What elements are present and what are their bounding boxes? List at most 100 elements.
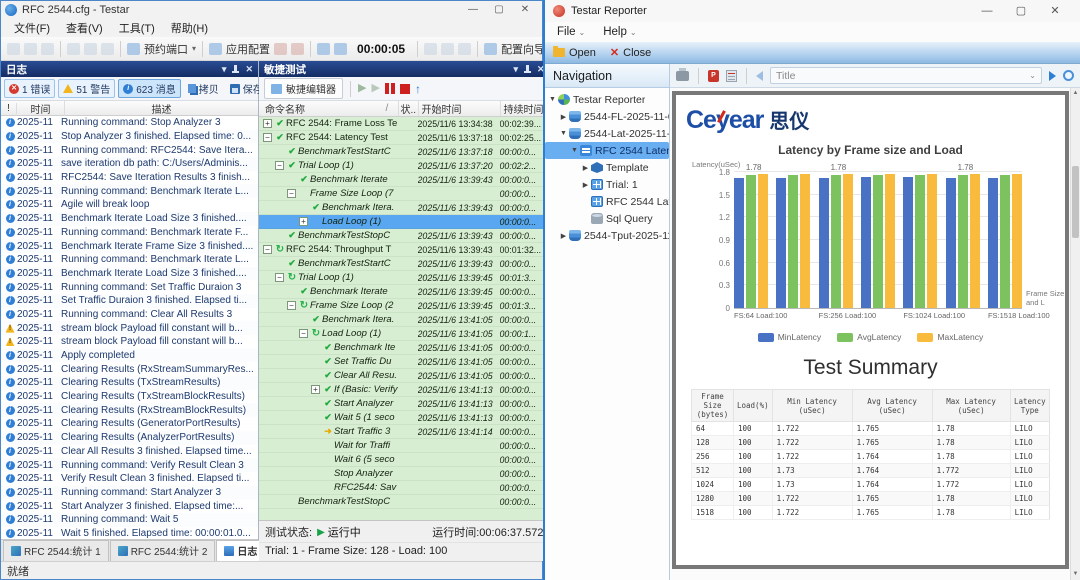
- nav-item[interactable]: ▶Trial: 1: [545, 176, 669, 193]
- log-row[interactable]: i2025-11Running command: Set Traffic Dur…: [1, 280, 258, 294]
- table-row[interactable]: 5121001.731.7641.772LILO: [692, 464, 1050, 478]
- tree-row[interactable]: −↻RFC 2544: Throughput T2025/11/6 13:39:…: [259, 243, 550, 257]
- report-scrollbar[interactable]: ▲ ▼: [1070, 88, 1080, 580]
- tree-row[interactable]: RFC2544: Sav00:00:0...: [259, 481, 550, 495]
- collapse-icon[interactable]: −: [275, 161, 284, 170]
- minlatency-bar[interactable]: [946, 178, 956, 308]
- tree-row[interactable]: −✔Trial Loop (1)2025/11/6 13:37:2000:02:…: [259, 159, 550, 173]
- log-row[interactable]: i2025-11Clearing Results (TxStreamBlockR…: [1, 390, 258, 404]
- avglatency-bar[interactable]: [958, 175, 968, 308]
- table-row[interactable]: 1281001.7221.7651.78LILO: [692, 436, 1050, 450]
- column-description[interactable]: 描述: [65, 101, 258, 116]
- tree-row[interactable]: ✔Benchmark Itera.2025/11/6 13:39:4300:00…: [259, 201, 550, 215]
- log-row[interactable]: !2025-11stream block Payload fill consta…: [1, 335, 258, 349]
- table2-icon[interactable]: [291, 43, 304, 55]
- table-row[interactable]: 2561001.7221.7641.78LILO: [692, 450, 1050, 464]
- messages-filter-button[interactable]: i 623 消息: [118, 79, 180, 98]
- collapse-icon[interactable]: −: [287, 301, 296, 310]
- close-report-button[interactable]: ✕ Close: [610, 46, 651, 59]
- maxlatency-bar[interactable]: [970, 174, 980, 309]
- table-row[interactable]: 10241001.731.7641.772LILO: [692, 478, 1050, 492]
- log-row[interactable]: i2025-11Wait 5 finished. Elapsed time: 0…: [1, 527, 258, 539]
- tree-row[interactable]: ✔Benchmark Ite2025/11/6 13:41:0500:00:0.…: [259, 341, 550, 355]
- play-icon[interactable]: ▶: [358, 83, 366, 94]
- menu-item-file[interactable]: File⌄: [557, 26, 585, 38]
- log-row[interactable]: i2025-11Verify Result Clean 3 finished. …: [1, 472, 258, 486]
- stop-icon[interactable]: [400, 84, 410, 94]
- log-row[interactable]: i2025-11Benchmark Iterate Frame Size 3 f…: [1, 239, 258, 253]
- export-doc-icon[interactable]: [726, 70, 737, 82]
- minlatency-bar[interactable]: [988, 178, 998, 308]
- tree-row[interactable]: ✔BenchmarkTestStartC2025/11/6 13:37:1800…: [259, 145, 550, 159]
- reserve-port-button[interactable]: 预约端口: [144, 41, 188, 57]
- pin-icon[interactable]: [523, 65, 532, 74]
- maxlatency-bar[interactable]: [885, 174, 895, 308]
- expand-icon[interactable]: +: [311, 385, 320, 394]
- minimize-button[interactable]: —: [460, 1, 486, 19]
- maxlatency-bar[interactable]: [758, 174, 768, 309]
- collapse-icon[interactable]: −: [263, 133, 272, 142]
- table-icon[interactable]: [274, 43, 287, 55]
- open-button[interactable]: Open: [553, 47, 596, 59]
- nav-item[interactable]: ▼Testar Reporter: [545, 91, 669, 108]
- save-icon[interactable]: [41, 43, 54, 55]
- tree-row[interactable]: ✔Benchmark Itera.2025/11/6 13:41:0500:00…: [259, 313, 550, 327]
- cut-icon[interactable]: [67, 43, 80, 55]
- scrollbar-thumb[interactable]: [1072, 166, 1079, 238]
- upload-icon[interactable]: ↑: [415, 82, 421, 96]
- maxlatency-bar[interactable]: [843, 174, 853, 309]
- avglatency-bar[interactable]: [915, 175, 925, 308]
- log-row[interactable]: i2025-11Clearing Results (TxStreamResult…: [1, 376, 258, 390]
- dock-menu-icon[interactable]: ▾: [222, 61, 227, 77]
- tree-row[interactable]: BenchmarkTestStopC00:00:0...: [259, 495, 550, 509]
- close-button[interactable]: ✕: [1038, 0, 1072, 22]
- tool3-icon[interactable]: [458, 43, 471, 55]
- chevron-down-icon[interactable]: ▼: [570, 147, 579, 154]
- print-icon[interactable]: [676, 71, 689, 81]
- collapse-icon[interactable]: −: [299, 329, 308, 338]
- chevron-right-icon[interactable]: ▶: [581, 181, 590, 189]
- log-row[interactable]: i2025-11Running command: Stop Analyzer 3: [1, 116, 258, 130]
- chevron-right-icon[interactable]: ▶: [559, 232, 568, 240]
- tree-row[interactable]: ✔Benchmark Iterate2025/11/6 13:39:4500:0…: [259, 285, 550, 299]
- minimize-button[interactable]: —: [970, 0, 1004, 22]
- collapse-icon[interactable]: −: [287, 189, 296, 198]
- table-row[interactable]: 15181001.7221.7651.78LILO: [692, 506, 1050, 520]
- minlatency-bar[interactable]: [819, 178, 829, 308]
- log-row[interactable]: i2025-11Clearing Results (RxStreamBlockR…: [1, 403, 258, 417]
- step-icon[interactable]: ▶: [371, 83, 379, 94]
- close-button[interactable]: ✕: [512, 1, 538, 19]
- tree-row[interactable]: +✔RFC 2544: Frame Loss Te2025/11/6 13:34…: [259, 117, 550, 131]
- bottom-tab[interactable]: RFC 2544:统计 1: [3, 540, 109, 561]
- avglatency-bar[interactable]: [746, 175, 756, 308]
- log-row[interactable]: i2025-11save iteration db path: C:/Users…: [1, 157, 258, 171]
- tree-row[interactable]: ➜Start Traffic 32025/11/6 13:41:1400:00:…: [259, 425, 550, 439]
- avglatency-bar[interactable]: [788, 175, 798, 308]
- tree-row[interactable]: −Frame Size Loop (700:00:0...: [259, 187, 550, 201]
- minlatency-bar[interactable]: [734, 178, 744, 308]
- log-row[interactable]: i2025-11Running command: RFC2544: Save I…: [1, 143, 258, 157]
- tree-row[interactable]: ✔BenchmarkTestStopC2025/11/6 13:39:4300:…: [259, 229, 550, 243]
- log-row[interactable]: i2025-11Clearing Results (RxStreamSummar…: [1, 362, 258, 376]
- log-row[interactable]: i2025-11Set Traffic Duraion 3 finished. …: [1, 294, 258, 308]
- log-row[interactable]: i2025-11Running command: Verify Result C…: [1, 458, 258, 472]
- log-row[interactable]: i2025-11Stop Analyzer 3 finished. Elapse…: [1, 130, 258, 144]
- maximize-button[interactable]: ▢: [1004, 0, 1038, 22]
- bottom-tab[interactable]: RFC 2544:统计 2: [110, 540, 216, 561]
- minlatency-bar[interactable]: [776, 178, 786, 308]
- tree-row[interactable]: −↻Load Loop (1)2025/11/6 13:41:0500:00:1…: [259, 327, 550, 341]
- chevron-right-icon[interactable]: ▶: [559, 113, 568, 121]
- chevron-right-icon[interactable]: ▶: [581, 164, 590, 172]
- log-row[interactable]: i2025-11Clear All Results 3 finished. El…: [1, 445, 258, 459]
- log-row[interactable]: i2025-11Benchmark Iterate Load Size 3 fi…: [1, 267, 258, 281]
- apply-config-button[interactable]: 应用配置: [226, 41, 270, 57]
- tree-row[interactable]: Wait for Traffi00:00:0...: [259, 439, 550, 453]
- nav-item[interactable]: RFC 2544 Latency T: [545, 193, 669, 210]
- tree-row[interactable]: +✔If (Basic: Verify2025/11/6 13:41:1300:…: [259, 383, 550, 397]
- title-dropdown[interactable]: Title ⌄: [770, 67, 1042, 84]
- table-row[interactable]: 12801001.7221.7651.78LILO: [692, 492, 1050, 506]
- nav-item[interactable]: ▼2544-Lat-2025-11-06: [545, 125, 669, 142]
- avglatency-bar[interactable]: [1000, 175, 1010, 308]
- prev-icon[interactable]: [756, 71, 763, 81]
- log-row[interactable]: i2025-11Running command: Benchmark Itera…: [1, 226, 258, 240]
